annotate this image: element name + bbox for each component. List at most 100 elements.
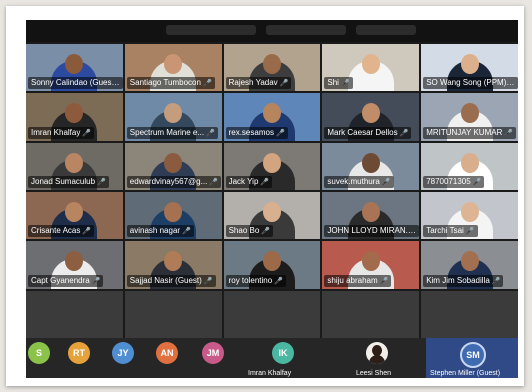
participant-tile[interactable]: roy tolentino 🎤 xyxy=(223,241,321,289)
microphone-icon: 🎤 xyxy=(381,178,391,186)
avatar-jm[interactable]: JM xyxy=(202,342,224,364)
participant-tile[interactable]: edwardvinay567@g... 🎤 xyxy=(124,142,222,190)
participant-name-text: Mark Caesar Dellos xyxy=(327,127,398,137)
participant-tile[interactable] xyxy=(223,290,321,338)
participant-tile[interactable]: rex.sesamos 🎤 xyxy=(223,93,321,141)
participant-tile[interactable]: Tarchi Tsai 🎤 xyxy=(421,191,518,240)
top-bar-control[interactable] xyxy=(356,25,416,35)
participant-tile[interactable]: Shao Bo 🎤 xyxy=(223,191,321,240)
participant-tile[interactable]: 7870071305 🎤 xyxy=(421,142,518,190)
participant-head xyxy=(164,300,183,321)
participant-name-text: Shi xyxy=(327,78,339,88)
participant-name-label: Jack Yip 🎤 xyxy=(225,175,273,188)
avatar-jy[interactable]: JY xyxy=(112,342,134,364)
participant-name-label: Imran Khalfay 🎤 xyxy=(28,126,95,139)
self-view-tile[interactable]: SM Stephen Miller (Guest) xyxy=(426,338,518,378)
participant-tile[interactable] xyxy=(322,290,420,338)
participant-name-label: rex.sesamos 🎤 xyxy=(225,126,288,139)
microphone-icon: 🎤 xyxy=(209,178,219,186)
microphone-icon: 🎤 xyxy=(91,277,101,285)
participant-name-label: Spectrum Marine e... 🎤 xyxy=(126,126,218,139)
participant-name-text: suvek.muthura xyxy=(327,176,380,186)
participant-head xyxy=(361,54,380,74)
participant-name-label: Rajesh Yadav 🎤 xyxy=(225,77,292,90)
participant-name-label: shiju abraham 🎤 xyxy=(324,274,392,287)
participant-tile[interactable]: Sajjad Nasir (Guest) 🎤 xyxy=(124,241,222,289)
participant-name-label: Jonad Sumaculub 🎤 xyxy=(28,175,109,188)
top-bar-control[interactable] xyxy=(166,25,256,35)
participant-head xyxy=(262,251,281,272)
participant-tile[interactable]: Imran Khalfay 🎤 xyxy=(26,93,123,141)
participant-tile[interactable]: shiju abraham 🎤 xyxy=(322,241,420,289)
participant-name-text: avinash nagar xyxy=(129,226,181,236)
microphone-icon: 🎤 xyxy=(465,228,475,236)
participant-tile[interactable]: Rajesh Yadav 🎤 xyxy=(223,44,321,92)
participant-tile[interactable]: Jack Yip 🎤 xyxy=(223,142,321,190)
participant-name-stephen: Stephen Miller (Guest) xyxy=(430,370,501,377)
participant-tile[interactable]: SO Wang Song (PPM) 🎤 xyxy=(421,44,518,92)
participant-name-text: Crisante Acas xyxy=(31,226,81,236)
avatar-sm[interactable]: SM xyxy=(460,342,486,368)
participant-tile[interactable]: suvek.muthura 🎤 xyxy=(322,142,420,190)
participant-head xyxy=(361,201,380,222)
participant-name-label: Tarchi Tsai 🎤 xyxy=(423,225,478,238)
participant-name-text: Santiago Tumbocon xyxy=(129,78,201,88)
microphone-icon: 🎤 xyxy=(261,228,271,236)
microphone-icon: 🎤 xyxy=(504,129,514,137)
participant-tile[interactable]: avinash nagar 🎤 xyxy=(124,191,222,240)
avatar-ik[interactable]: IK xyxy=(272,342,294,364)
participant-name-label: MRITUNJAY KUMAR 🎤 xyxy=(423,126,517,139)
participant-tile[interactable]: JOHN LLOYD MIRAN...🎤 xyxy=(322,191,420,240)
participant-head xyxy=(460,251,479,272)
participant-tile[interactable]: Santiago Tumbocon 🎤 xyxy=(124,44,222,92)
participant-name-label: Sajjad Nasir (Guest) 🎤 xyxy=(126,274,216,287)
microphone-icon: 🎤 xyxy=(206,129,215,137)
microphone-icon: 🎤 xyxy=(82,228,92,236)
participant-name-label: SO Wang Song (PPM) 🎤 xyxy=(423,77,518,90)
participant-name-text: Jonad Sumaculub xyxy=(31,176,96,186)
participant-head xyxy=(164,103,183,124)
participant-tile[interactable]: Capt Gyanendra 🎤 xyxy=(26,241,123,289)
participant-head xyxy=(65,54,84,74)
participant-tile[interactable]: Spectrum Marine e... 🎤 xyxy=(124,93,222,141)
participant-tile[interactable]: Sonny Calindao (Guest)🎤 xyxy=(26,44,123,92)
participant-head xyxy=(164,251,183,272)
top-bar-control[interactable] xyxy=(266,25,346,35)
microphone-icon: 🎤 xyxy=(82,129,92,137)
participant-tile[interactable] xyxy=(124,290,222,338)
participant-name-text: SO Wang Song (PPM) xyxy=(426,78,507,88)
avatar-s[interactable]: S xyxy=(28,342,50,364)
avatar-an[interactable]: AN xyxy=(156,342,178,364)
participant-name-text: Kim Jim Sobadilla xyxy=(426,275,490,285)
participant-tile[interactable]: Crisante Acas 🎤 xyxy=(26,191,123,240)
participant-head xyxy=(361,103,380,124)
participant-name-text: roy tolentino xyxy=(228,275,273,285)
video-meeting-window: Sonny Calindao (Guest)🎤Santiago Tumbocon… xyxy=(26,20,518,378)
participant-name-text: Shao Bo xyxy=(228,226,260,236)
participant-strip: S RT JY AN JM IK Imran Khalfay Leesi She… xyxy=(26,338,518,378)
participant-name-label: edwardvinay567@g... 🎤 xyxy=(126,175,222,188)
participant-head xyxy=(65,201,84,222)
participant-head xyxy=(262,201,281,222)
participant-name-label: suvek.muthura 🎤 xyxy=(324,175,394,188)
microphone-icon: 🎤 xyxy=(203,277,213,285)
avatar-photo-leesi[interactable] xyxy=(366,342,388,364)
participant-tile[interactable]: Jonad Sumaculub 🎤 xyxy=(26,142,123,190)
participant-tile[interactable]: Mark Caesar Dellos 🎤 xyxy=(322,93,420,141)
participant-name-text: MRITUNJAY KUMAR xyxy=(426,127,503,137)
participant-tile[interactable]: MRITUNJAY KUMAR 🎤 xyxy=(421,93,518,141)
participant-head xyxy=(164,54,183,74)
participant-tile[interactable] xyxy=(26,290,123,338)
participant-tile[interactable]: Kim Jim Sobadilla 🎤 xyxy=(421,241,518,289)
participant-video-grid: Sonny Calindao (Guest)🎤Santiago Tumbocon… xyxy=(26,44,518,338)
participant-name-text: rex.sesamos xyxy=(228,127,274,137)
participant-tile[interactable] xyxy=(421,290,518,338)
participant-head xyxy=(164,201,183,222)
microphone-icon: 🎤 xyxy=(472,178,482,186)
participant-name-text: JOHN LLOYD MIRAN... xyxy=(327,226,413,236)
avatar-rt[interactable]: RT xyxy=(68,342,90,364)
microphone-icon: 🎤 xyxy=(260,178,270,186)
participant-head xyxy=(460,300,479,321)
participant-tile[interactable]: Shi 🎤 xyxy=(322,44,420,92)
microphone-icon: 🎤 xyxy=(340,80,350,88)
